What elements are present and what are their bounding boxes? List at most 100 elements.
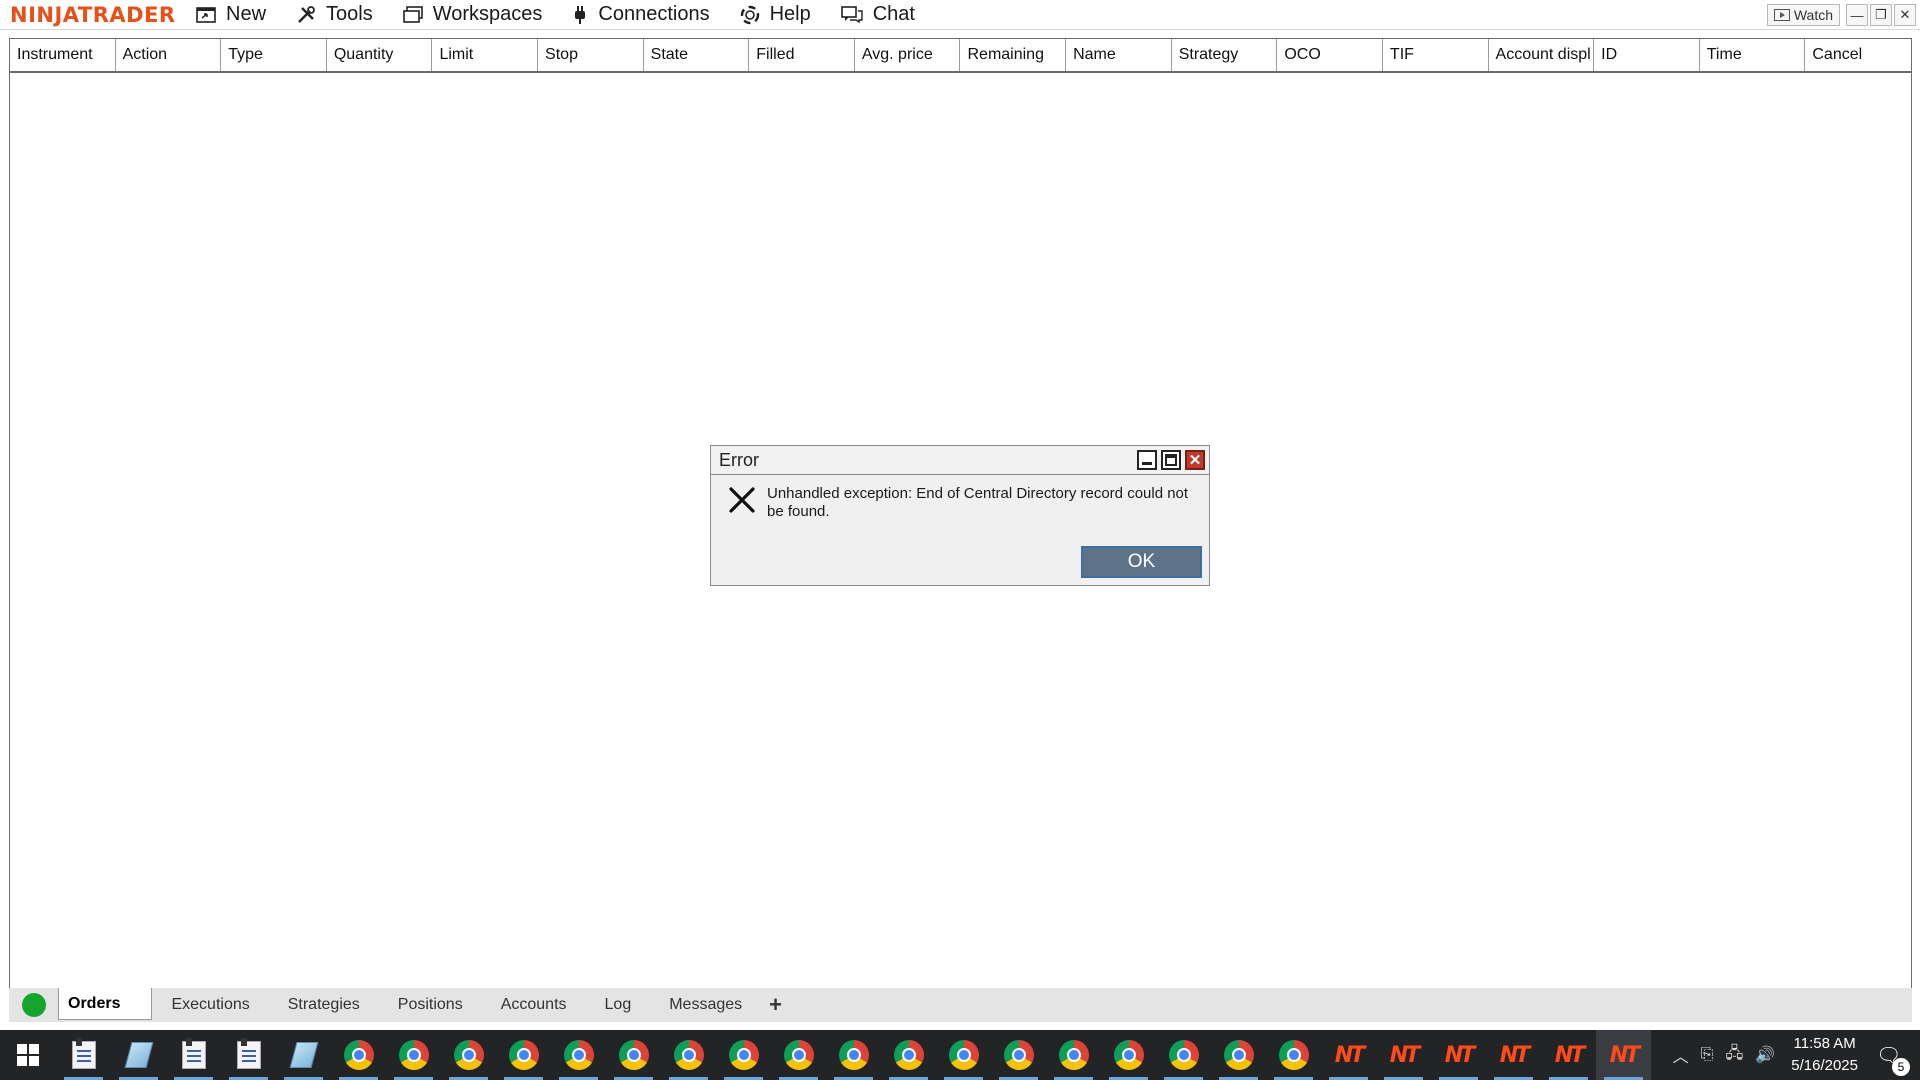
restore-button[interactable]: ❐ (1870, 4, 1892, 26)
menu-label: Workspaces (432, 3, 543, 25)
taskbar-app-nt[interactable]: NT (1486, 1030, 1541, 1080)
tab-positions[interactable]: Positions (379, 990, 482, 1020)
menu-tools[interactable]: Tools (296, 3, 373, 26)
column-header[interactable]: Remaining (960, 39, 1067, 71)
taskbar-app-doc[interactable] (221, 1030, 276, 1080)
column-header[interactable]: Avg. price (855, 39, 961, 71)
network-icon[interactable]: 🖧 (1726, 1042, 1744, 1069)
close-icon: ✕ (1188, 452, 1202, 469)
taskbar-app-chrome[interactable] (551, 1030, 606, 1080)
taskbar-app-pad[interactable] (276, 1030, 331, 1080)
minimize-button[interactable]: — (1846, 4, 1868, 26)
taskbar-app-chrome[interactable] (1211, 1030, 1266, 1080)
tab-messages[interactable]: Messages (650, 990, 761, 1020)
chrome-icon (948, 1040, 979, 1070)
taskbar-app-chrome[interactable] (936, 1030, 991, 1080)
bottom-tab-bar: Orders Executions Strategies Positions Accou… (9, 988, 1912, 1022)
tab-orders[interactable]: Orders (58, 988, 153, 1020)
ninjatrader-logo: NINJATRADER (10, 2, 176, 27)
restore-icon: ❐ (1875, 7, 1887, 22)
dialog-close-button[interactable]: ✕ (1185, 450, 1205, 470)
ninjatrader-icon: NT (1499, 1042, 1530, 1068)
add-tab-button[interactable]: + (769, 992, 782, 1018)
column-header[interactable]: Limit (432, 39, 539, 71)
chevron-up-icon[interactable]: ︿ (1673, 1043, 1689, 1067)
meet-icon[interactable]: ⎘ (1701, 1046, 1714, 1064)
maximize-icon (1165, 454, 1177, 466)
notepad-icon (289, 1042, 318, 1068)
dialog-maximize-button[interactable] (1161, 450, 1181, 470)
taskbar-app-chrome[interactable] (771, 1030, 826, 1080)
column-header[interactable]: Stop (538, 39, 644, 71)
column-header[interactable]: Account displ (1489, 39, 1595, 71)
column-header[interactable]: Time (1700, 39, 1806, 71)
menu-label: Help (769, 3, 811, 25)
chrome-icon (783, 1040, 814, 1070)
taskbar-app-nt[interactable]: NT (1321, 1030, 1376, 1080)
menu-workspaces[interactable]: Workspaces (402, 3, 543, 26)
taskbar-app-chrome[interactable] (991, 1030, 1046, 1080)
tab-strategies[interactable]: Strategies (269, 990, 379, 1020)
column-header[interactable]: State (644, 39, 750, 71)
column-header[interactable]: Filled (749, 39, 855, 71)
column-header[interactable]: TIF (1383, 39, 1489, 71)
taskbar-app-nt[interactable]: NT (1376, 1030, 1431, 1080)
taskbar-app-chrome[interactable] (1046, 1030, 1101, 1080)
tab-accounts[interactable]: Accounts (482, 990, 586, 1020)
taskbar-app-pad[interactable] (111, 1030, 166, 1080)
taskbar-app-chrome[interactable] (826, 1030, 881, 1080)
tab-executions[interactable]: Executions (152, 990, 268, 1020)
column-header[interactable]: Strategy (1172, 39, 1278, 71)
clock[interactable]: 11:58 AM 5/16/2025 (1791, 1033, 1858, 1077)
tab-log[interactable]: Log (586, 990, 651, 1020)
column-header[interactable]: Cancel (1805, 39, 1911, 71)
menu-help[interactable]: Help (740, 3, 811, 26)
taskbar-app-nt[interactable]: NT (1596, 1030, 1651, 1080)
notification-center-button[interactable]: 🗨 5 (1876, 1043, 1910, 1076)
column-header[interactable]: Name (1066, 39, 1172, 71)
menu-connections[interactable]: Connections (572, 3, 710, 26)
close-button[interactable]: ✕ (1894, 4, 1916, 26)
column-header[interactable]: ID (1594, 39, 1700, 71)
taskbar-app-chrome[interactable] (386, 1030, 441, 1080)
windows-taskbar: NT NT NT NT NT NT ︿ ⎘ 🖧 🔊 11:58 AM 5/16/2025 … (0, 1030, 1920, 1080)
new-window-icon (196, 6, 226, 24)
taskbar-app-doc[interactable] (166, 1030, 221, 1080)
taskbar-app-chrome[interactable] (1266, 1030, 1321, 1080)
volume-icon[interactable]: 🔊 (1755, 1045, 1775, 1065)
taskbar-app-chrome[interactable] (716, 1030, 771, 1080)
taskbar-app-chrome[interactable] (1101, 1030, 1156, 1080)
taskbar-app-nt[interactable]: NT (1431, 1030, 1486, 1080)
taskbar-app-chrome[interactable] (331, 1030, 386, 1080)
tab-list: Orders Executions Strategies Positions Accou… (58, 988, 761, 1020)
ninjatrader-icon: NT (1444, 1042, 1475, 1068)
taskbar-app-chrome[interactable] (881, 1030, 936, 1080)
taskbar-app-chrome[interactable] (661, 1030, 716, 1080)
taskbar-app-chrome[interactable] (606, 1030, 661, 1080)
main-menu: New Tools Workspaces Connections Help Chat (196, 3, 945, 26)
taskbar-app-chrome[interactable] (441, 1030, 496, 1080)
lifebuoy-icon (740, 5, 770, 25)
dialog-minimize-button[interactable] (1137, 450, 1157, 470)
ok-button[interactable]: OK (1081, 546, 1202, 578)
menu-new[interactable]: New (196, 3, 266, 26)
taskbar-app-doc[interactable] (56, 1030, 111, 1080)
minimize-icon: — (1850, 7, 1864, 23)
clock-date: 5/16/2025 (1791, 1057, 1858, 1074)
watch-button[interactable]: Watch (1766, 4, 1840, 26)
taskbar-app-nt[interactable]: NT (1541, 1030, 1596, 1080)
column-header[interactable]: Instrument (10, 39, 116, 71)
error-x-icon (729, 487, 755, 513)
column-header[interactable]: Action (116, 39, 222, 71)
start-button[interactable] (0, 1030, 56, 1080)
taskbar-app-chrome[interactable] (1156, 1030, 1211, 1080)
chrome-icon (343, 1040, 374, 1070)
ninjatrader-icon: NT (1609, 1042, 1640, 1068)
taskbar-app-chrome[interactable] (496, 1030, 551, 1080)
menu-chat[interactable]: Chat (840, 3, 915, 26)
column-header[interactable]: Type (221, 39, 327, 71)
column-header[interactable]: OCO (1277, 39, 1383, 71)
column-header[interactable]: Quantity (327, 39, 433, 71)
chrome-icon (1058, 1040, 1089, 1070)
document-icon (236, 1038, 261, 1069)
